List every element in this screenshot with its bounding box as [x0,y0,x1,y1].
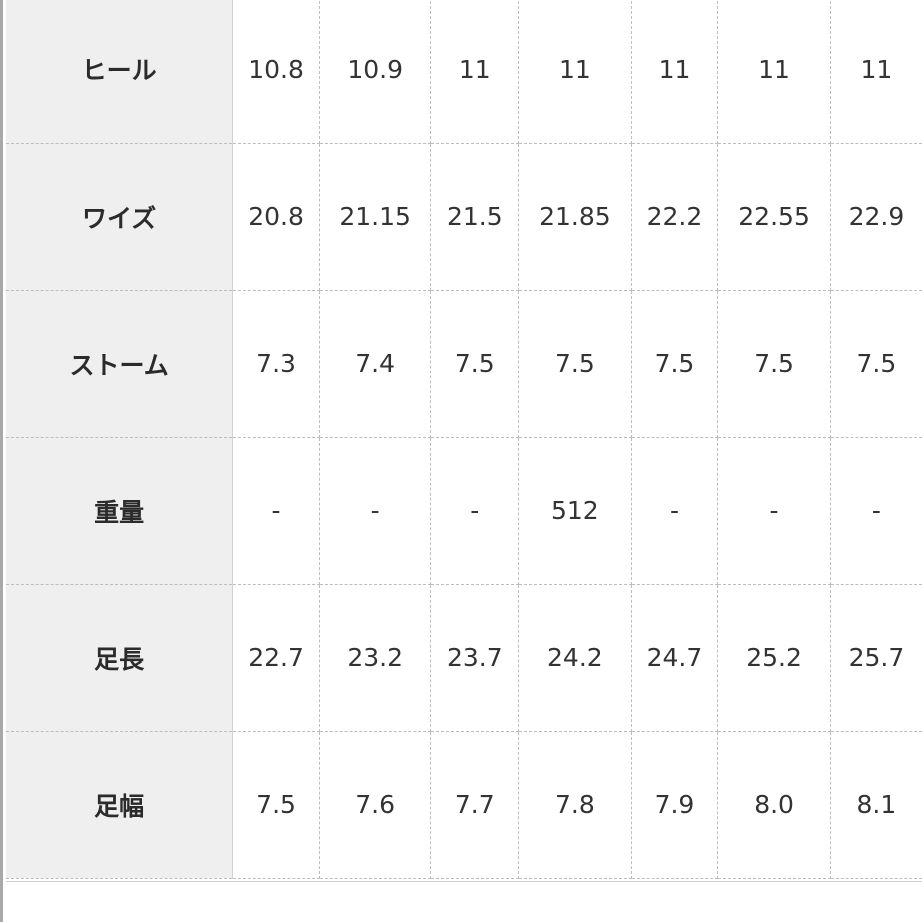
table-cell: 24.2 [518,584,632,732]
table-cell: 7.9 [631,731,719,879]
table-cell: 21.85 [518,143,632,291]
table-row: 足幅 7.5 7.6 7.7 7.8 7.9 8.0 8.1 [6,731,922,879]
table-cell: - [631,437,719,585]
row-header: ストーム [6,290,234,438]
table-cell: 7.8 [518,731,632,879]
table-cell: 7.4 [319,290,432,438]
table-cell: 23.2 [319,584,432,732]
table-cell: 25.2 [717,584,831,732]
table-row: ストーム 7.3 7.4 7.5 7.5 7.5 7.5 7.5 [6,290,922,438]
table-row: ワイズ 20.8 21.15 21.5 21.85 22.2 22.55 22.9 [6,143,922,291]
table-cell: 8.0 [717,731,831,879]
table-row: 重量 - - -512- - - [6,437,922,585]
table-cell: 22.55 [717,143,831,291]
table-row: ヒール 10.8 10.9 11 11 11 11 11 [6,0,922,144]
table-cell: 10.9 [319,0,432,144]
size-spec-page: ヒール 10.8 10.9 11 11 11 11 11 ワイズ 20.8 21.15 21.5 21.… [0,0,922,922]
table-cell: - [430,437,520,585]
table-cell: 7.3 [232,290,320,438]
row-header: 重量 [6,437,234,585]
table-cell: 22.2 [631,143,719,291]
table-cell: 20.8 [232,143,320,291]
table-cell: 7.5 [717,290,831,438]
table-cell: 10.8 [232,0,320,144]
table-row: 足長 22.7 23.2 23.7 24.2 24.7 25.2 25.7 [6,584,922,732]
table-cell: - [232,437,320,585]
table-cell: 11 [430,0,520,144]
row-header: ヒール [6,0,234,144]
table-cell: 8.1 [830,731,922,879]
table-cell: 512 [518,437,632,585]
row-header: 足長 [6,584,234,732]
table-cell: - [717,437,831,585]
table-cell: 11 [717,0,831,144]
table-cell: 21.15 [319,143,432,291]
table-cell: 22.9 [830,143,922,291]
table-bottom-divider [6,881,922,882]
table-cell: 22.7 [232,584,320,732]
size-spec-table: ヒール 10.8 10.9 11 11 11 11 11 ワイズ 20.8 21.15 21.5 21.… [6,0,922,879]
table-cell: 23.7 [430,584,520,732]
table-cell: 11 [631,0,719,144]
table-cell: 7.6 [319,731,432,879]
row-header: 足幅 [6,731,234,879]
table-cell: 7.5 [430,290,520,438]
table-cell: 7.5 [631,290,719,438]
size-spec-table-body: ヒール 10.8 10.9 11 11 11 11 11 ワイズ 20.8 21.15 21.5 21.… [6,0,922,879]
row-header: ワイズ [6,143,234,291]
table-cell: 7.5 [232,731,320,879]
table-cell: 7.5 [830,290,922,438]
table-cell: 11 [518,0,632,144]
table-cell: - [830,437,922,585]
table-cell: 11 [830,0,922,144]
table-cell: 21.5 [430,143,520,291]
table-cell: 24.7 [631,584,719,732]
table-cell: - [319,437,432,585]
table-cell: 25.7 [830,584,922,732]
table-cell: 7.5 [518,290,632,438]
table-cell: 7.7 [430,731,520,879]
